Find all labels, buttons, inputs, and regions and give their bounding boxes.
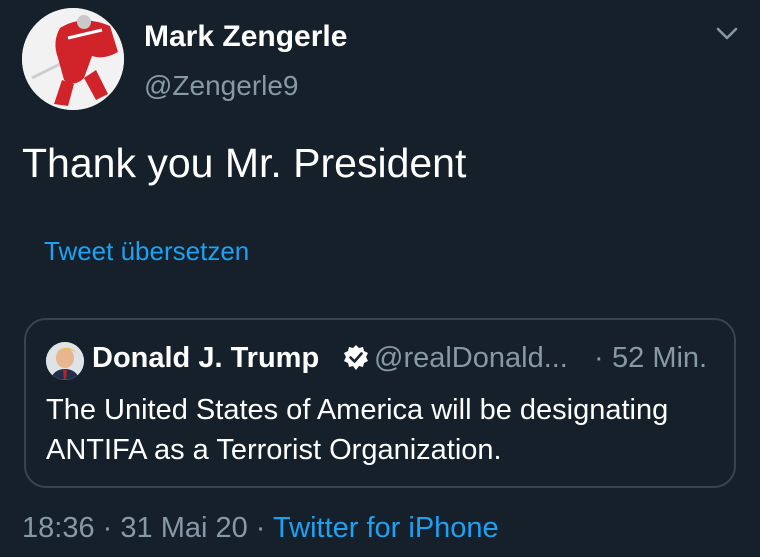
chevron-down-icon[interactable] bbox=[716, 26, 738, 42]
verified-badge-icon bbox=[344, 345, 368, 370]
quoted-tweet-time: 52 Min. bbox=[612, 342, 708, 374]
quoted-tweet-card[interactable]: Donald J. Trump @realDonald... · 52 Min.… bbox=[24, 318, 736, 488]
author-avatar[interactable] bbox=[22, 8, 124, 110]
tweet-time: 18:36 bbox=[22, 512, 95, 544]
tweet-detail: Mark Zengerle @Zengerle9 Thank you Mr. P… bbox=[0, 0, 760, 557]
author-display-name[interactable]: Mark Zengerle bbox=[144, 20, 347, 54]
separator-dot: · bbox=[255, 512, 266, 544]
author-handle[interactable]: @Zengerle9 bbox=[144, 70, 299, 102]
translate-tweet-link[interactable]: Tweet übersetzen bbox=[44, 236, 249, 267]
separator-dot: · bbox=[102, 512, 113, 544]
portrait-avatar-icon bbox=[46, 342, 84, 380]
quoted-author-handle: @realDonald... bbox=[374, 342, 568, 374]
quoted-author-name: Donald J. Trump bbox=[92, 342, 320, 374]
tweet-source-link[interactable]: Twitter for iPhone bbox=[273, 512, 499, 544]
tweet-metadata: 18:36 · 31 Mai 20 · Twitter for iPhone bbox=[22, 512, 499, 545]
tweet-text: Thank you Mr. President bbox=[22, 140, 467, 186]
separator-dot: · bbox=[594, 342, 604, 374]
quoted-author-avatar bbox=[46, 342, 84, 380]
hockey-player-avatar-icon bbox=[22, 8, 124, 110]
tweet-date: 31 Mai 20 bbox=[120, 512, 248, 544]
quoted-tweet-text: The United States of America will be des… bbox=[46, 394, 669, 466]
